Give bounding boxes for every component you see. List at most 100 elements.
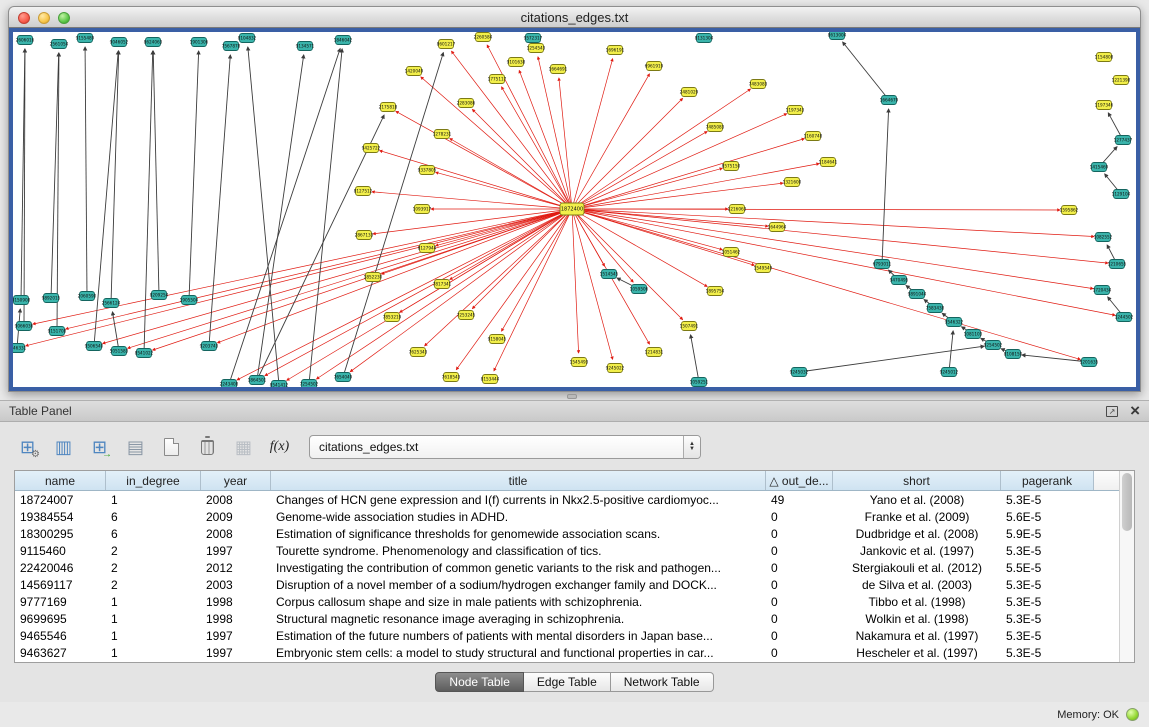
graph-node[interactable]: 1420049 [405, 67, 424, 76]
function-builder-icon[interactable]: f(x) [266, 434, 293, 460]
graph-node[interactable]: 9134571 [296, 42, 315, 51]
panel-resize-handle[interactable] [567, 394, 577, 399]
graph-node[interactable]: 1545493 [570, 358, 589, 367]
column-visibility-icon[interactable]: ▥ [50, 434, 77, 460]
graph-node[interactable]: 1415469 [1090, 163, 1109, 172]
graph-node[interactable]: 8541412 [270, 381, 289, 388]
table-row[interactable]: 2242004622012Investigating the contribut… [15, 559, 1119, 576]
graph-node[interactable]: 2867133 [355, 231, 374, 240]
graph-node[interactable]: 6793011 [873, 260, 892, 269]
graph-node[interactable]: 2175818 [379, 103, 398, 112]
graph-node[interactable]: 9203743 [200, 342, 219, 351]
graph-node[interactable]: 7853219 [383, 313, 402, 322]
graph-node[interactable]: 1664679 [880, 96, 899, 105]
graph-node[interactable]: 9506540 [85, 342, 104, 351]
close-panel-icon[interactable]: × [1130, 404, 1140, 418]
graph-node[interactable]: 9425722 [362, 144, 381, 153]
merge-table-icon[interactable]: ▦ [230, 434, 257, 460]
graph-node[interactable]: 9151708 [48, 327, 67, 336]
graph-node[interactable]: 1901306 [190, 38, 209, 47]
table-row[interactable]: 1830029562008Estimation of significance … [15, 525, 1119, 542]
table-row[interactable]: 911546021997Tourette syndrome. Phenomeno… [15, 542, 1119, 559]
graph-node[interactable]: 9101638 [507, 58, 526, 67]
graph-node[interactable]: 1595862 [1060, 206, 1079, 215]
zoom-window-button[interactable] [58, 12, 70, 24]
table-selector-dropdown[interactable]: citations_edges.txt ▲ ▼ [309, 435, 701, 459]
graph-node[interactable]: 8575150 [722, 162, 741, 171]
graph-node[interactable]: 1278231 [433, 130, 452, 139]
graph-node[interactable]: 8127512 [354, 187, 373, 196]
graph-node[interactable]: 7583438 [926, 304, 945, 313]
graph-node[interactable]: 1664691 [549, 65, 568, 74]
column-header-short[interactable]: short [833, 471, 1001, 490]
graph-node[interactable]: 8127944 [418, 244, 437, 253]
table-row[interactable]: 946554611997Estimation of the future num… [15, 627, 1119, 644]
graph-node[interactable]: 1864501 [248, 376, 267, 385]
new-table-icon[interactable] [158, 434, 185, 460]
scrollbar-thumb[interactable] [1122, 473, 1132, 531]
graph-node[interactable]: 9046052 [110, 38, 129, 47]
column-header-name[interactable]: name [15, 471, 106, 490]
graph-node[interactable]: 1081103 [964, 330, 983, 339]
graph-node[interactable]: 9066036 [15, 322, 34, 331]
graph-node[interactable]: 9158045 [488, 335, 507, 344]
graph-hub-node[interactable]: 1872400 [560, 203, 584, 215]
graph-node[interactable]: 7618543 [442, 373, 461, 382]
close-window-button[interactable] [18, 12, 30, 24]
graph-node[interactable]: 1129104 [1112, 190, 1131, 199]
float-panel-icon[interactable]: ↗ [1106, 406, 1118, 417]
column-header-title[interactable]: title [271, 471, 766, 490]
graph-node[interactable]: 8131304 [695, 34, 714, 43]
delete-table-icon[interactable] [194, 434, 221, 460]
import-table-icon[interactable]: ⊞→ [86, 434, 113, 460]
graph-node[interactable]: 1507491 [680, 322, 699, 331]
graph-node[interactable]: 9546322 [945, 318, 964, 327]
graph-node[interactable]: 1846042 [334, 36, 353, 45]
graph-node[interactable]: 1059506 [630, 285, 649, 294]
tab-network-table[interactable]: Network Table [611, 672, 714, 692]
table-row[interactable]: 977716911998Corpus callosum shape and si… [15, 593, 1119, 610]
graph-node[interactable]: 1082552 [1094, 233, 1113, 242]
tab-edge-table[interactable]: Edge Table [524, 672, 611, 692]
graph-node[interactable]: 1720434 [1093, 286, 1112, 295]
graph-node[interactable]: 9245012 [940, 368, 959, 377]
graph-node[interactable]: 6961919 [645, 62, 664, 71]
graph-node[interactable]: 8613004 [828, 32, 847, 40]
graph-node[interactable]: 1093917 [413, 205, 432, 214]
graph-node[interactable]: 1160748 [804, 132, 823, 141]
table-row[interactable]: 1872400712008Changes of HCN gene express… [15, 491, 1119, 508]
graph-node[interactable]: 1549549 [754, 264, 773, 273]
graph-node[interactable]: 1644964 [768, 223, 787, 232]
graph-node[interactable]: 9892015 [42, 294, 61, 303]
graph-node[interactable]: 1514545 [600, 270, 619, 279]
graph-node[interactable]: 2481029 [680, 88, 699, 97]
graph-node[interactable]: 1197346 [1095, 101, 1114, 110]
graph-node[interactable]: 1905504 [180, 296, 199, 305]
graph-node[interactable]: 1244502 [1115, 313, 1134, 322]
graph-node[interactable]: 8624063 [144, 38, 163, 47]
graph-node[interactable]: 7654049 [334, 373, 353, 382]
graph-node[interactable]: 1852230 [364, 273, 383, 282]
graph-node[interactable]: 1277437 [1114, 136, 1133, 145]
graph-node[interactable]: 9254502 [984, 341, 1003, 350]
graph-node[interactable]: 1197343 [786, 106, 805, 115]
column-header-year[interactable]: year [201, 471, 271, 490]
graph-node[interactable]: 9337805 [418, 166, 437, 175]
graph-node[interactable]: 9150908 [13, 296, 31, 305]
graph-node[interactable]: 9245032 [790, 368, 809, 377]
graph-node[interactable]: 1184641 [819, 158, 838, 167]
graph-node[interactable]: 1775117 [488, 75, 507, 84]
graph-node[interactable]: 2260584 [474, 33, 493, 42]
graph-node[interactable]: 1221398 [1112, 76, 1131, 85]
graph-node[interactable]: 8601217 [437, 40, 456, 49]
table-row[interactable]: 1938455462009Genome-wide association stu… [15, 508, 1119, 525]
table-row[interactable]: 946362711997Embryonic stem cells: a mode… [15, 644, 1119, 661]
graph-node[interactable]: 9891044 [908, 290, 927, 299]
memory-indicator[interactable] [1126, 708, 1139, 721]
graph-node[interactable]: 8153444 [481, 375, 500, 384]
network-canvas[interactable]: 2606016256105491554899046052862406319013… [13, 32, 1136, 387]
graph-node[interactable]: 8541022 [135, 349, 154, 358]
window-titlebar[interactable]: citations_edges.txt [8, 6, 1141, 28]
graph-node[interactable]: 7483083 [749, 80, 768, 89]
table-row[interactable]: 1456911722003Disruption of a novel membe… [15, 576, 1119, 593]
